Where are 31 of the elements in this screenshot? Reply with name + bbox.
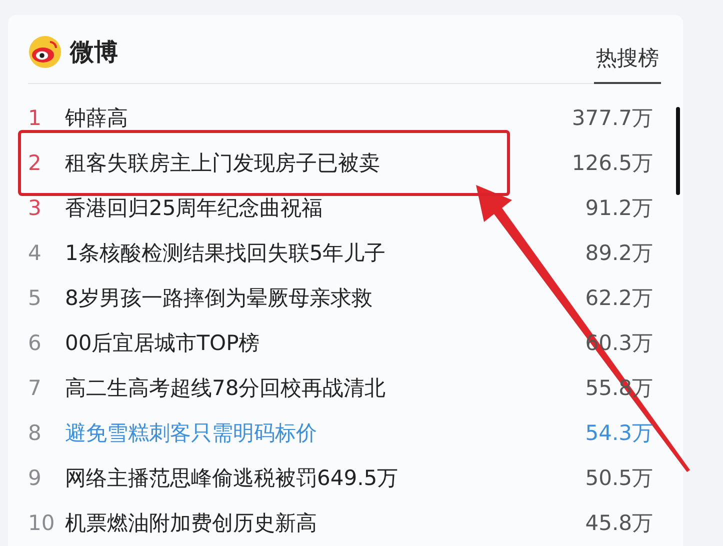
rank-number: 2 (28, 150, 42, 174)
topic-link[interactable]: 机票燃油附加费创历史新高 (65, 508, 586, 536)
search-count: 91.2万 (585, 194, 653, 222)
topic-link[interactable]: 8岁男孩一路摔倒为晕厥母亲求救 (65, 284, 586, 312)
topic-link[interactable]: 1条核酸检测结果找回失联5年儿子 (65, 238, 586, 266)
rank-number: 6 (28, 330, 42, 354)
search-count: 62.2万 (585, 284, 653, 312)
search-count: 54.3万 (585, 420, 653, 446)
rank-number: 8 (28, 420, 42, 444)
topic-link[interactable]: 高二生高考超线78分回校再战清北 (65, 374, 586, 402)
rank-number: 5 (28, 286, 42, 310)
search-count: 377.7万 (572, 104, 653, 132)
brand-name: 微博 (70, 37, 118, 68)
rank-number: 9 (28, 466, 42, 490)
topic-link[interactable]: 香港回归25周年纪念曲祝福 (65, 194, 586, 222)
search-count: 89.2万 (585, 240, 653, 266)
rank-number: 3 (28, 196, 42, 220)
hot-search-tab[interactable]: 热搜榜 (594, 44, 661, 84)
topic-link[interactable]: 钟薛高 (65, 104, 572, 132)
eye-logo-icon (28, 35, 62, 69)
topic-link[interactable]: 租客失联房主上门发现房子已被卖 (65, 148, 572, 176)
scrollbar-thumb[interactable] (676, 107, 680, 195)
search-count: 50.5万 (585, 464, 653, 492)
search-count: 126.5万 (572, 150, 653, 176)
topic-link[interactable]: 00后宜居城市TOP榜 (65, 328, 586, 356)
rank-number: 1 (28, 106, 42, 130)
topic-link[interactable]: 网络主播范思峰偷逃税被罚649.5万 (65, 464, 586, 492)
rank-number: 10 (28, 510, 56, 534)
search-count: 45.8万 (585, 510, 653, 536)
rank-number: 4 (28, 240, 42, 264)
rank-number: 7 (28, 376, 42, 400)
